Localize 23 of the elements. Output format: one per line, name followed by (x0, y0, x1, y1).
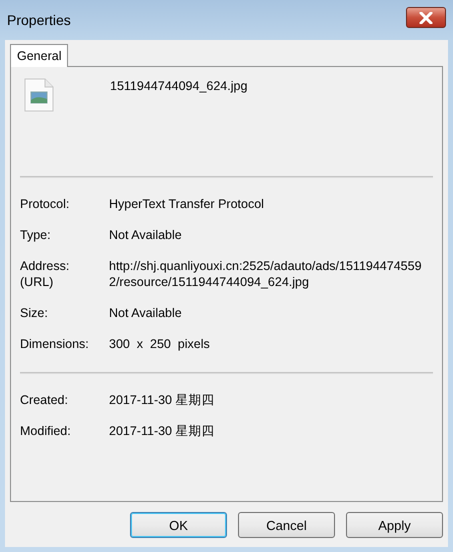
field-label: Dimensions: (20, 336, 90, 352)
window-title: Properties (7, 12, 71, 28)
field-label: Created: (20, 392, 69, 408)
tab[interactable]: General (10, 44, 68, 67)
field-value: Not Available (109, 305, 183, 321)
field-value: 2017-11-30 星期四 (109, 423, 216, 439)
field-value: 2017-11-30 星期四 (109, 392, 216, 408)
field-label: Type: (20, 227, 52, 243)
field-label: Protocol: (20, 196, 70, 212)
close-button[interactable] (406, 7, 446, 28)
close-icon (419, 12, 433, 24)
file-name: 1511944744094_624.jpg (110, 79, 248, 93)
dialog-button[interactable]: OK (130, 512, 227, 538)
field-value: HyperText Transfer Protocol (109, 196, 265, 212)
field-label: Size: (20, 305, 49, 321)
image-file-icon (24, 78, 54, 112)
field-value: http://shj.quanliyouxi.cn:2525/adauto/ads/1511944745592/resource/1511944744094_624.jpg (109, 258, 423, 290)
dialog-button[interactable]: Apply (346, 512, 443, 538)
field-label: Modified: (20, 423, 72, 439)
field-label: Address: (URL) (20, 258, 70, 290)
field-value: Not Available (109, 227, 183, 243)
field-value: 300 x 250 pixels (109, 336, 211, 352)
dialog-button[interactable]: Cancel (238, 512, 335, 538)
